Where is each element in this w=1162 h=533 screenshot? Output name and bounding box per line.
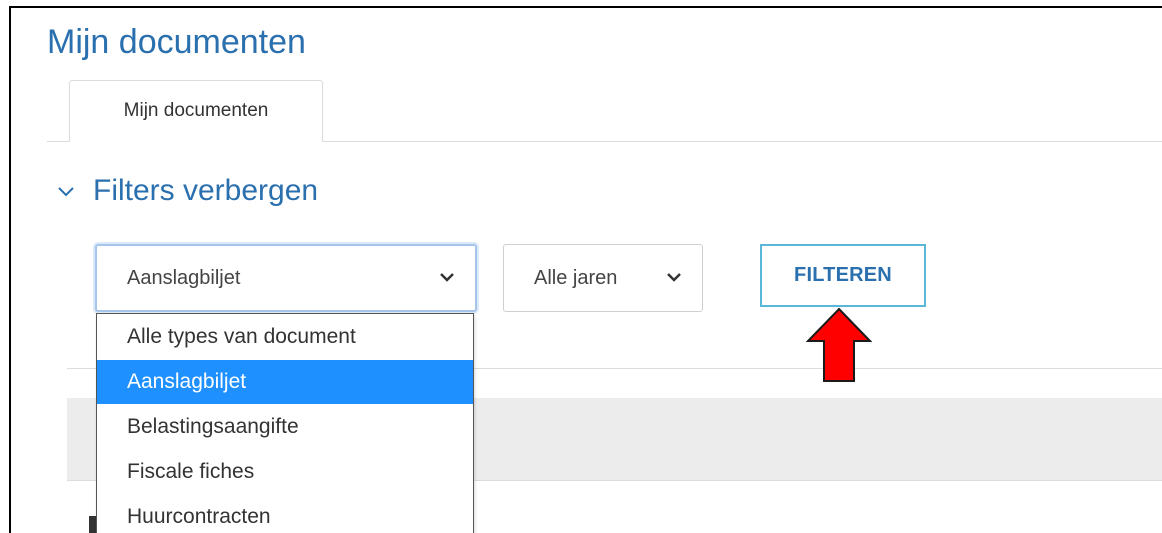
filters-toggle-label: Filters verbergen — [93, 174, 319, 207]
document-type-select[interactable]: Aanslagbiljet — [95, 244, 477, 312]
dropdown-option[interactable]: Alle types van document — [97, 315, 473, 359]
dropdown-option-selected[interactable]: Aanslagbiljet — [97, 360, 473, 404]
document-type-value: Aanslagbiljet — [127, 266, 241, 289]
app-window: Mijn documenten Mijn documenten Filters … — [9, 6, 1162, 533]
document-type-dropdown: Alle types van document Aanslagbiljet Be… — [96, 313, 474, 533]
dropdown-option[interactable]: Belastingsaangifte — [97, 405, 473, 449]
chevron-down-icon — [440, 273, 454, 282]
tab-mijn-documenten[interactable]: Mijn documenten — [69, 80, 323, 142]
red-arrow-annotation-icon — [806, 307, 872, 382]
chevron-down-icon — [667, 273, 681, 282]
chevron-down-icon — [58, 187, 74, 197]
dropdown-option[interactable]: Fiscale fiches — [97, 450, 473, 494]
year-select[interactable]: Alle jaren — [503, 244, 703, 312]
page-title: Mijn documenten — [47, 23, 306, 61]
filters-toggle[interactable]: Filters verbergen — [55, 174, 318, 208]
tab-label: Mijn documenten — [123, 100, 269, 121]
year-value: Alle jaren — [534, 266, 618, 289]
filter-button[interactable]: FILTEREN — [760, 244, 926, 307]
dropdown-option[interactable]: Huurcontracten — [97, 495, 473, 533]
